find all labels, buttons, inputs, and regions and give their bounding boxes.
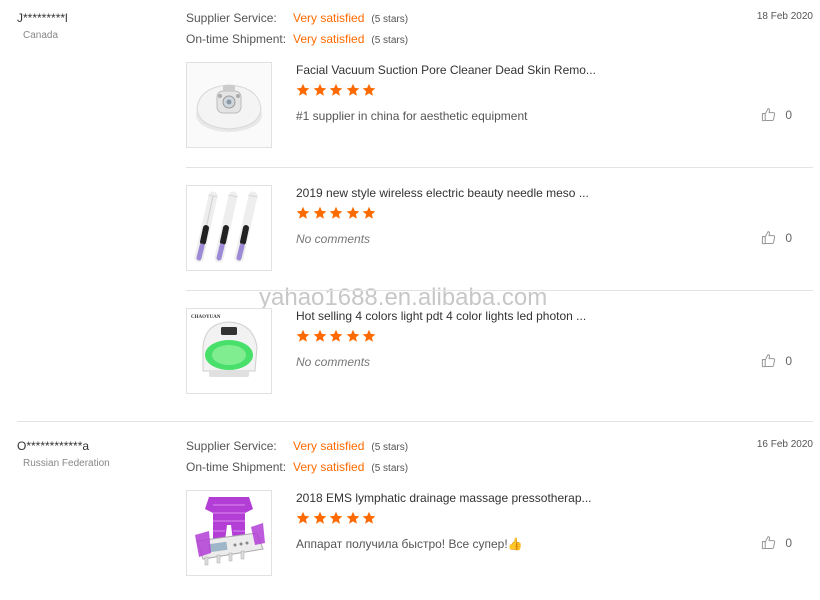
review-comment: No comments bbox=[296, 355, 371, 369]
review-comment: #1 supplier in china for aesthetic equip… bbox=[296, 109, 528, 123]
review-comment: Аппарат получила быстро! Все супер!👍 bbox=[296, 537, 523, 551]
divider bbox=[186, 290, 813, 291]
like-count: 0 bbox=[785, 107, 792, 122]
star-icon bbox=[346, 206, 359, 219]
product-thumbnail[interactable] bbox=[186, 490, 272, 576]
star-icon bbox=[296, 83, 310, 96]
product-title[interactable]: 2019 new style wireless electric beauty … bbox=[296, 186, 589, 200]
product-thumbnail[interactable]: CHAOYUAN bbox=[186, 308, 272, 394]
product-title[interactable]: Hot selling 4 colors light pdt 4 color l… bbox=[296, 309, 586, 323]
review-date: 18 Feb 2020 bbox=[756, 11, 813, 22]
buyer-country: Russian Federation bbox=[23, 458, 110, 469]
star-icon bbox=[296, 511, 310, 524]
thumb-brand: CHAOYUAN bbox=[191, 315, 221, 320]
star-icon bbox=[346, 83, 359, 96]
pressotherapy-suit-icon bbox=[187, 491, 271, 575]
ontime-shipment-label: On-time Shipment: bbox=[186, 460, 287, 474]
ontime-shipment-rating: On-time Shipment: Very satisfied (5 stars) bbox=[186, 32, 408, 46]
product-star-rating bbox=[296, 329, 379, 345]
product-review-item: 2019 new style wireless electric beauty … bbox=[186, 185, 813, 295]
star-icon bbox=[362, 329, 376, 342]
star-icon bbox=[296, 206, 310, 219]
supplier-service-rating: Supplier Service: Very satisfied (5 stars) bbox=[186, 439, 408, 453]
like-button[interactable]: 0 bbox=[761, 107, 792, 122]
like-button[interactable]: 0 bbox=[761, 353, 792, 368]
star-icon bbox=[362, 511, 376, 524]
derma-pens-icon bbox=[187, 186, 271, 270]
product-thumbnail[interactable] bbox=[186, 62, 272, 148]
star-icon bbox=[362, 206, 376, 219]
like-button[interactable]: 0 bbox=[761, 535, 792, 550]
product-review-item: Facial Vacuum Suction Pore Cleaner Dead … bbox=[186, 62, 813, 172]
thumbs-up-icon bbox=[762, 231, 776, 245]
supplier-service-rating: Supplier Service: Very satisfied (5 stars) bbox=[186, 11, 408, 25]
like-count: 0 bbox=[785, 230, 792, 245]
star-icon bbox=[329, 511, 343, 524]
star-icon bbox=[362, 83, 376, 96]
star-icon bbox=[313, 511, 326, 524]
like-button[interactable]: 0 bbox=[761, 230, 792, 245]
ontime-shipment-rating: On-time Shipment: Very satisfied (5 stars) bbox=[186, 460, 408, 474]
thumbs-up-icon bbox=[762, 354, 776, 368]
thumbs-up-icon bbox=[762, 108, 776, 122]
facial-vacuum-device-icon bbox=[187, 63, 271, 147]
divider bbox=[186, 167, 813, 168]
product-star-rating bbox=[296, 511, 379, 527]
supplier-service-label: Supplier Service: bbox=[186, 11, 277, 25]
review-date: 16 Feb 2020 bbox=[756, 439, 813, 450]
buyer-name: O************a bbox=[17, 439, 90, 453]
like-count: 0 bbox=[785, 535, 792, 550]
ontime-shipment-stars: (5 stars) bbox=[371, 463, 409, 474]
product-star-rating bbox=[296, 83, 379, 99]
ontime-shipment-label: On-time Shipment: bbox=[186, 32, 287, 46]
star-icon bbox=[329, 83, 343, 96]
product-star-rating bbox=[296, 206, 379, 222]
ontime-shipment-value: Very satisfied bbox=[293, 32, 365, 46]
buyer-country: Canada bbox=[23, 30, 59, 41]
star-icon bbox=[296, 329, 310, 342]
product-review-item: CHAOYUAN Hot selling 4 colors light pdt … bbox=[186, 308, 813, 418]
star-icon bbox=[329, 206, 343, 219]
product-review-item: 2018 EMS lymphatic drainage massage pres… bbox=[186, 490, 813, 600]
ontime-shipment-value: Very satisfied bbox=[293, 460, 365, 474]
star-icon bbox=[313, 329, 326, 342]
supplier-service-stars: (5 stars) bbox=[371, 14, 409, 25]
ontime-shipment-stars: (5 stars) bbox=[371, 35, 409, 46]
star-icon bbox=[313, 206, 326, 219]
product-title[interactable]: 2018 EMS lymphatic drainage massage pres… bbox=[296, 491, 592, 505]
star-icon bbox=[346, 511, 359, 524]
supplier-service-stars: (5 stars) bbox=[371, 442, 409, 453]
product-title[interactable]: Facial Vacuum Suction Pore Cleaner Dead … bbox=[296, 63, 596, 77]
supplier-service-value: Very satisfied bbox=[293, 11, 365, 25]
star-icon bbox=[313, 83, 326, 96]
product-thumbnail[interactable] bbox=[186, 185, 272, 271]
review-comment: No comments bbox=[296, 232, 371, 246]
thumbs-up-icon bbox=[762, 536, 776, 550]
supplier-service-label: Supplier Service: bbox=[186, 439, 277, 453]
like-count: 0 bbox=[785, 353, 792, 368]
supplier-service-value: Very satisfied bbox=[293, 439, 365, 453]
star-icon bbox=[346, 329, 359, 342]
review-divider bbox=[17, 421, 813, 422]
buyer-name: J*********l bbox=[17, 11, 68, 25]
star-icon bbox=[329, 329, 343, 342]
led-mask-device-icon: CHAOYUAN bbox=[187, 309, 271, 393]
